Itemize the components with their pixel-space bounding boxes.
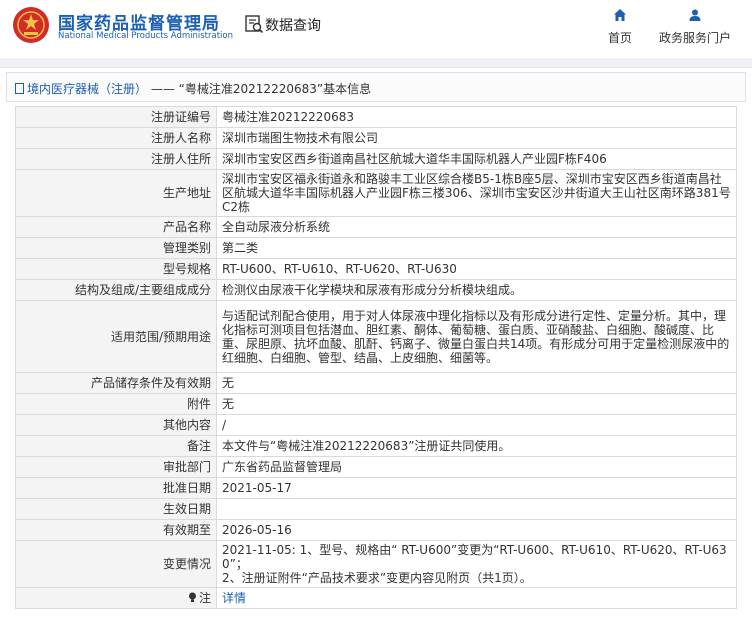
note-label-cell: 注	[15, 587, 217, 609]
detail-row: 生效日期	[15, 498, 737, 520]
detail-row: 有效期至 2026-05-16	[15, 519, 737, 541]
detail-row: 生产地址 深圳市宝安区福永街道永和路骏丰工业区综合楼B5-1栋B座5层、深圳市宝安…	[15, 169, 737, 217]
home-icon	[614, 9, 626, 21]
note-row: 注详情	[15, 587, 737, 609]
field-value: 第二类	[216, 237, 737, 259]
field-label: 备注	[15, 435, 217, 457]
breadcrumb-panel: 境内医疗器械（注册） —— “粤械注准20212220683”基本信息	[6, 72, 746, 102]
field-label: 型号规格	[15, 258, 217, 280]
field-value: /	[216, 414, 737, 436]
field-label: 附件	[15, 393, 217, 415]
field-value: 深圳市宝安区福永街道永和路骏丰工业区综合楼B5-1栋B座5层、深圳市宝安区西乡街…	[216, 169, 737, 217]
field-label: 有效期至	[15, 519, 217, 541]
field-value: 与适配试剂配合使用，用于对人体尿液中理化指标以及有形成分进行定性、定量分析。其中…	[216, 300, 737, 373]
field-label: 产品储存条件及有效期	[15, 372, 217, 394]
field-value: 深圳市瑞图生物技术有限公司	[216, 127, 737, 149]
detail-row: 变更情况 2021-11-05: 1、型号、规格由“ RT-U600”变更为“RT…	[15, 540, 737, 588]
registration-detail-table: 注册证编号 粤械注准20212220683 注册人名称 深圳市瑞图生物技术有限公司 注册…	[15, 106, 737, 609]
nav-gov-label: 政务服务门户	[658, 31, 731, 45]
breadcrumb-category-link[interactable]: 境内医疗器械（注册）	[27, 82, 147, 96]
detail-row: 管理类别 第二类	[15, 237, 737, 259]
field-label: 变更情况	[15, 540, 217, 588]
note-value-cell: 详情	[216, 587, 737, 609]
breadcrumb-separator: ——	[150, 82, 175, 96]
field-value: 本文件与“粤械注准20212220683”注册证共同使用。	[216, 435, 737, 457]
breadcrumb: 境内医疗器械（注册） —— “粤械注准20212220683”基本信息	[15, 80, 371, 97]
field-value: 检测仪由尿液干化学模块和尿液有形成分分析模块组成。	[216, 279, 737, 301]
field-label: 注册人名称	[15, 127, 217, 149]
detail-row: 备注 本文件与“粤械注准20212220683”注册证共同使用。	[15, 435, 737, 457]
field-value: 2021-05-17	[216, 477, 737, 499]
field-value: 深圳市宝安区西乡街道南昌社区航城大道华丰国际机器人产业园F栋F406	[216, 148, 737, 170]
field-label: 审批部门	[15, 456, 217, 478]
brand-name-en[interactable]: National Medical Products Administration	[58, 31, 233, 41]
detail-row: 其他内容 /	[15, 414, 737, 436]
field-value: 粤械注准20212220683	[216, 106, 737, 128]
field-value: 2021-11-05: 1、型号、规格由“ RT-U600”变更为“RT-U60…	[216, 540, 737, 588]
detail-row: 审批部门 广东省药品监督管理局	[15, 456, 737, 478]
field-value	[216, 498, 737, 520]
detail-row: 产品名称 全自动尿液分析系统	[15, 216, 737, 238]
document-icon	[15, 83, 24, 94]
field-label: 生效日期	[15, 498, 217, 520]
nav-gov-portal[interactable]: 政务服务门户	[656, 8, 734, 48]
field-label: 注册证编号	[15, 106, 217, 128]
detail-row: 产品储存条件及有效期无	[15, 372, 737, 394]
field-label: 产品名称	[15, 216, 217, 238]
nav-home[interactable]: 首页	[598, 8, 642, 48]
header-divider-band	[0, 58, 752, 68]
breadcrumb-record-title: “粤械注准20212220683”基本信息	[178, 82, 372, 96]
field-label: 其他内容	[15, 414, 217, 436]
detail-row: 附件无	[15, 393, 737, 415]
detail-row: 适用范围/预期用途 与适配试剂配合使用，用于对人体尿液中理化指标以及有形成分进行定…	[15, 300, 737, 373]
data-query-title: 数据查询	[265, 18, 321, 34]
data-search-icon	[245, 15, 264, 34]
field-label: 批准日期	[15, 477, 217, 499]
user-icon	[689, 9, 701, 21]
field-label: 注册人住所	[15, 148, 217, 170]
detail-row: 批准日期 2021-05-17	[15, 477, 737, 499]
detail-row: 型号规格 RT-U600、RT-U610、RT-U620、RT-U630	[15, 258, 737, 280]
field-value: 2026-05-16	[216, 519, 737, 541]
field-value: 无	[216, 393, 737, 415]
detail-row: 注册人名称 深圳市瑞图生物技术有限公司	[15, 127, 737, 149]
nav-home-label: 首页	[607, 31, 632, 45]
field-value: 广东省药品监督管理局	[216, 456, 737, 478]
note-label: 注	[198, 591, 211, 605]
field-label: 适用范围/预期用途	[15, 300, 217, 373]
field-value: 无	[216, 372, 737, 394]
lightbulb-icon	[188, 592, 196, 602]
detail-row: 注册人住所 深圳市宝安区西乡街道南昌社区航城大道华丰国际机器人产业园F栋F406	[15, 148, 737, 170]
field-label: 结构及组成/主要组成成分	[15, 279, 217, 301]
field-label: 管理类别	[15, 237, 217, 259]
site-header: 国家药品监督管理局 National Medical Products Admi…	[0, 0, 752, 58]
field-value: 全自动尿液分析系统	[216, 216, 737, 238]
detail-row: 结构及组成/主要组成成分 检测仪由尿液干化学模块和尿液有形成分分析模块组成。	[15, 279, 737, 301]
national-emblem-logo[interactable]	[12, 6, 50, 44]
field-label: 生产地址	[15, 169, 217, 217]
field-value: RT-U600、RT-U610、RT-U620、RT-U630	[216, 258, 737, 280]
details-link[interactable]: 详情	[222, 591, 246, 605]
detail-row: 注册证编号 粤械注准20212220683	[15, 106, 737, 128]
